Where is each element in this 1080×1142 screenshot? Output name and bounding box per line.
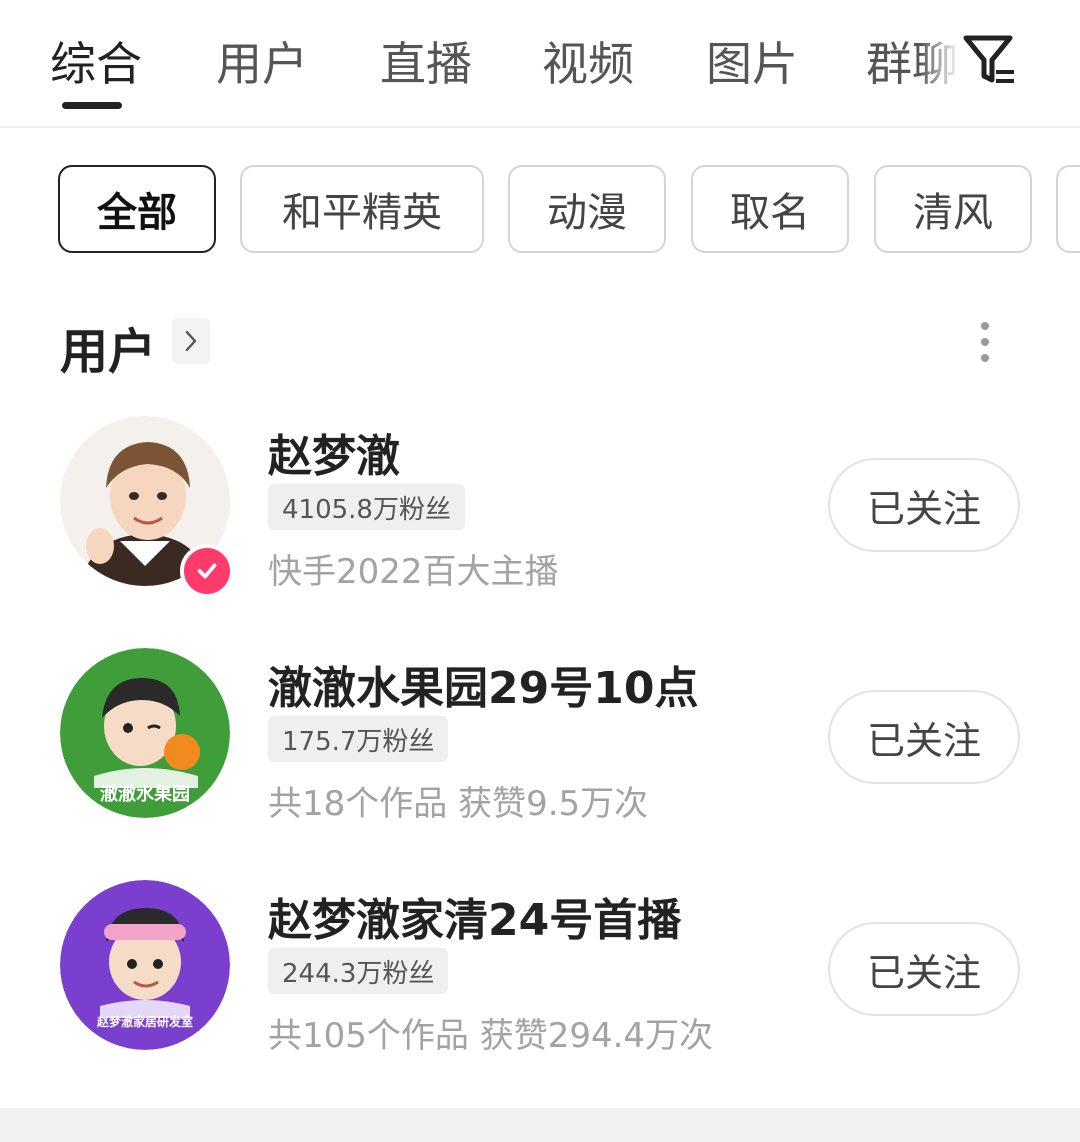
chip-peace-elite[interactable]: 和平精英 xyxy=(240,165,484,253)
chip-qingfeng[interactable]: 清风 xyxy=(874,165,1032,253)
chip-more[interactable] xyxy=(1056,165,1080,253)
user-name: 澈澈水果园29号10点 xyxy=(268,663,699,714)
user-name: 赵梦澈 xyxy=(268,431,400,482)
active-tab-indicator xyxy=(62,102,122,109)
avatar-caption: 澈澈水果园 xyxy=(100,783,190,805)
avatar[interactable]: 赵梦澈家居研发室 xyxy=(60,880,230,1050)
chip-anime[interactable]: 动漫 xyxy=(508,165,666,253)
following-button[interactable]: 已关注 xyxy=(828,690,1020,784)
user-description: 快手2022百大主播 xyxy=(268,552,559,592)
verified-badge-icon xyxy=(180,544,234,598)
tab-comprehensive[interactable]: 综合 xyxy=(50,28,142,94)
avatar-caption: 赵梦澈家居研发室 xyxy=(96,1014,193,1029)
user-name: 赵梦澈家清24号首播 xyxy=(268,895,682,946)
tab-fade xyxy=(920,0,960,120)
chip-naming[interactable]: 取名 xyxy=(691,165,849,253)
user-description: 共105个作品 获赞294.4万次 xyxy=(268,1016,714,1056)
search-tabs: 综合 用户 直播 视频 图片 群聊 xyxy=(0,0,1080,128)
fans-count-badge: 4105.8万粉丝 xyxy=(268,484,465,530)
category-chips: 全部 和平精英 动漫 取名 清风 xyxy=(0,165,1080,257)
chevron-right-icon[interactable] xyxy=(172,318,210,364)
fans-count-badge: 244.3万粉丝 xyxy=(268,948,449,994)
tab-users[interactable]: 用户 xyxy=(216,28,308,94)
avatar-container: 澈澈水果园 xyxy=(0,638,260,838)
following-button[interactable]: 已关注 xyxy=(828,922,1020,1016)
following-button[interactable]: 已关注 xyxy=(828,458,1020,552)
section-divider xyxy=(0,1108,1080,1142)
user-result-row[interactable]: 赵梦澈家居研发室 赵梦澈家清24号首播 244.3万粉丝 共105个作品 获赞2… xyxy=(0,870,1080,1070)
chip-all[interactable]: 全部 xyxy=(58,165,216,253)
tab-live[interactable]: 直播 xyxy=(380,28,472,94)
avatar-container xyxy=(0,406,260,606)
user-result-row[interactable]: 澈澈水果园 澈澈水果园29号10点 175.7万粉丝 共18个作品 获赞9.5万… xyxy=(0,638,1080,838)
user-description: 共18个作品 获赞9.5万次 xyxy=(268,784,649,824)
more-vertical-icon[interactable] xyxy=(970,318,1000,366)
user-result-row[interactable]: 赵梦澈 4105.8万粉丝 快手2022百大主播 已关注 xyxy=(0,406,1080,606)
avatar-container: 赵梦澈家居研发室 xyxy=(0,870,260,1070)
tab-videos[interactable]: 视频 xyxy=(542,28,634,94)
tab-images[interactable]: 图片 xyxy=(706,28,798,94)
fans-count-badge: 175.7万粉丝 xyxy=(268,716,449,762)
filter-icon[interactable] xyxy=(960,30,1020,90)
avatar[interactable]: 澈澈水果园 xyxy=(60,648,230,818)
section-title-users[interactable]: 用户 xyxy=(60,312,156,382)
